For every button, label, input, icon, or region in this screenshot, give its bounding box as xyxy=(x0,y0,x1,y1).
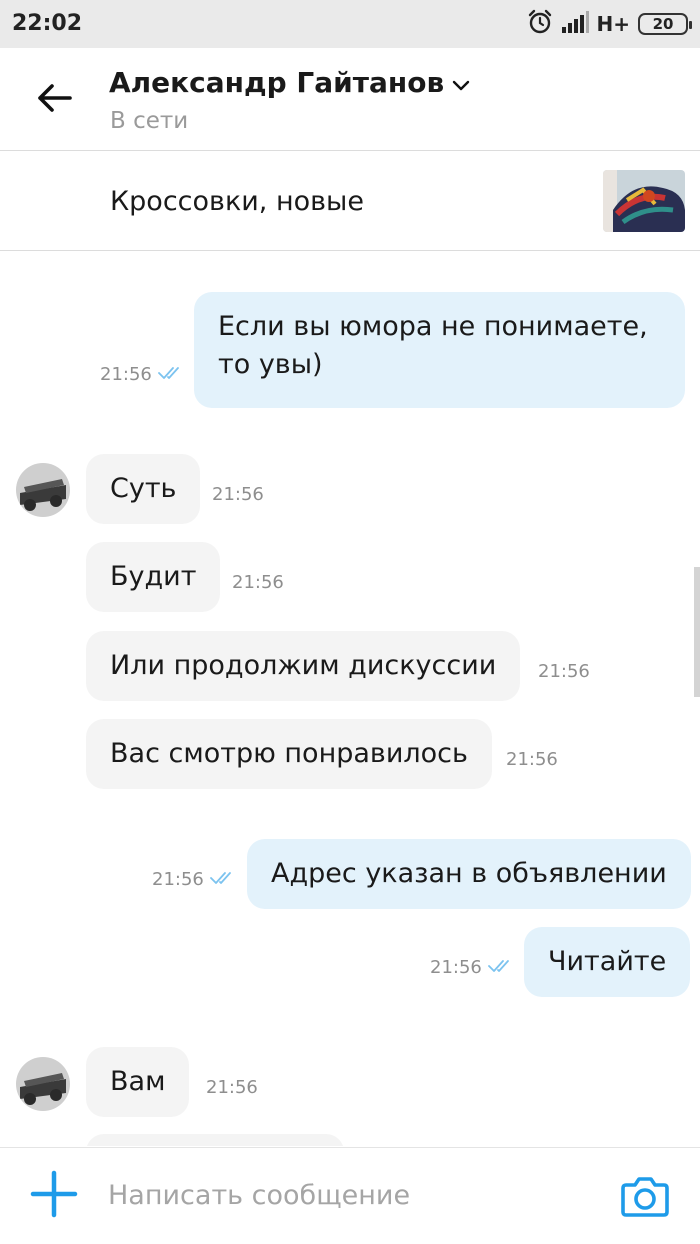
message-time: 21:56 xyxy=(206,1077,258,1098)
message-text: Или продолжим дискуссии xyxy=(110,650,497,681)
message-list[interactable]: 21:56 Если вы юмора не понимаете, то увы… xyxy=(0,252,700,1146)
composer xyxy=(0,1147,700,1244)
message-text-line: Если вы юмора не понимаете, xyxy=(218,311,648,342)
message-text-line: то увы) xyxy=(218,349,323,380)
message-time: 21:56 xyxy=(152,869,204,890)
network-type: H+ xyxy=(596,12,631,36)
back-arrow-icon xyxy=(36,83,72,117)
message-bubble-incoming[interactable]: Вам xyxy=(86,1047,190,1117)
battery-level: 20 xyxy=(652,15,674,33)
signal-icon xyxy=(561,11,589,37)
message-bubble-incoming[interactable]: Вас смотрю понравилось xyxy=(86,719,492,789)
message-bubble-outgoing[interactable]: Читайте xyxy=(524,927,691,997)
message-time: 21:56 xyxy=(430,957,482,978)
message-time: 21:56 xyxy=(538,661,590,682)
double-check-icon xyxy=(157,364,184,385)
chat-header: Александр Гайтанов В сети xyxy=(0,48,700,151)
alarm-icon xyxy=(527,9,553,39)
message-text: Читайте xyxy=(548,946,667,977)
message-time: 21:56 xyxy=(100,364,152,385)
message-text: Будит xyxy=(110,561,197,592)
status-bar: 22:02 H+ 20 xyxy=(0,0,700,48)
message-bubble-outgoing[interactable]: Если вы юмора не понимаете, то увы) xyxy=(194,292,685,408)
ad-row[interactable]: Кроссовки, новые xyxy=(0,151,700,251)
attach-button[interactable] xyxy=(28,1170,80,1222)
message-text: Адрес указан в объявлении xyxy=(271,858,667,889)
message-time: 21:56 xyxy=(212,484,264,505)
camera-icon xyxy=(621,1175,669,1221)
contact-status: В сети xyxy=(110,108,189,134)
message-text: Вам xyxy=(110,1066,166,1097)
message-time: 21:56 xyxy=(232,572,284,593)
message-text: Суть xyxy=(110,473,177,504)
avatar[interactable] xyxy=(16,463,70,517)
avatar[interactable] xyxy=(16,1057,70,1111)
message-bubble-incoming[interactable]: Или продолжим дискуссии xyxy=(86,631,521,701)
back-button[interactable] xyxy=(28,74,80,126)
chevron-down-icon xyxy=(452,66,470,99)
ad-title: Кроссовки, новые xyxy=(110,186,364,217)
status-time: 22:02 xyxy=(12,11,83,36)
message-input[interactable] xyxy=(108,1172,598,1218)
contact-name: Александр Гайтанов xyxy=(109,66,445,99)
double-check-icon xyxy=(209,869,236,890)
ad-thumbnail[interactable] xyxy=(603,170,685,232)
message-bubble-incoming[interactable]: Суть xyxy=(86,454,201,524)
battery-icon: 20 xyxy=(638,13,692,35)
status-icons: H+ 20 xyxy=(527,9,692,39)
double-check-icon xyxy=(487,957,514,978)
message-bubble-incoming[interactable]: Будит xyxy=(86,542,221,612)
message-time: 21:56 xyxy=(506,749,558,770)
plus-icon xyxy=(30,1170,78,1222)
message-meta: 21:56 xyxy=(430,957,514,978)
scrollbar[interactable] xyxy=(694,567,700,697)
message-bubble-outgoing[interactable]: Адрес указан в объявлении xyxy=(247,839,691,909)
message-meta: 21:56 xyxy=(152,869,236,890)
contact-name-button[interactable]: Александр Гайтанов xyxy=(109,66,470,99)
message-meta: 21:56 xyxy=(100,364,184,385)
message-text: Вас смотрю понравилось xyxy=(110,738,468,769)
message-bubble-incoming-partial[interactable] xyxy=(86,1134,344,1146)
camera-button[interactable] xyxy=(619,1175,671,1221)
